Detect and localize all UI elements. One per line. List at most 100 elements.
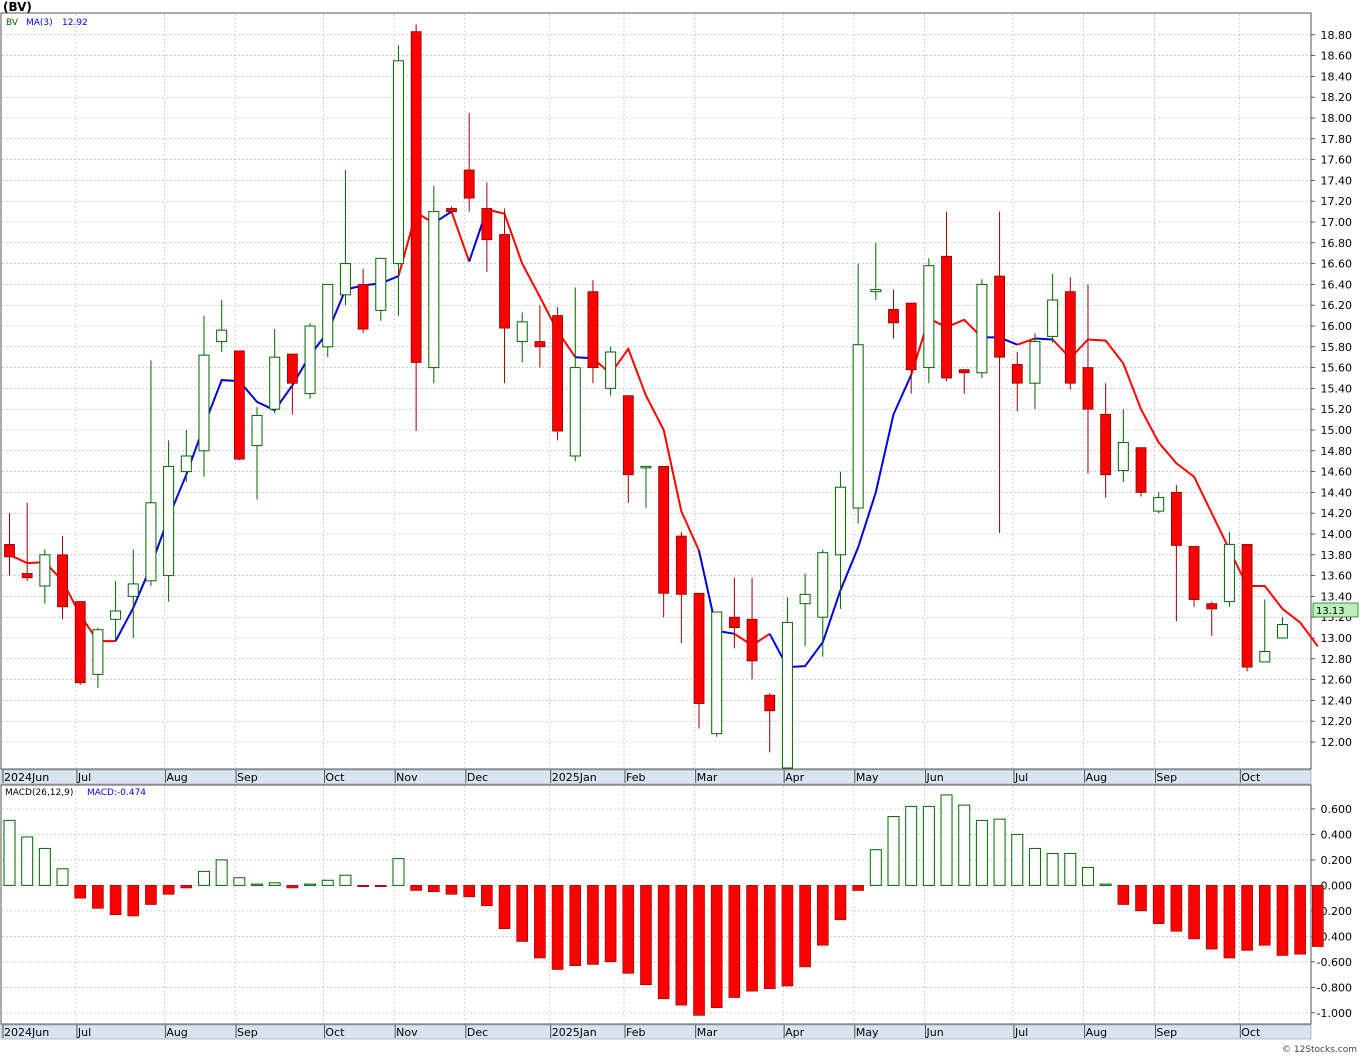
price-y-axis: 12.0012.2012.4012.6012.8013.0013.2013.40…	[1311, 29, 1352, 749]
last-price-marker: 13.13	[1312, 602, 1359, 618]
macd-tick-label: 0.000	[1321, 879, 1353, 892]
candle-body	[127, 583, 139, 597]
macd-x-tick-label: Aug	[1086, 1026, 1107, 1039]
price-tick-label: 17.00	[1321, 216, 1353, 229]
candle-body	[39, 554, 51, 587]
macd-x-tick-label: Sep	[237, 1026, 258, 1039]
candle-body	[958, 369, 970, 374]
macd-bar-negative	[516, 885, 529, 942]
macd-bar-positive	[940, 794, 953, 886]
price-x-tick-label: Jun	[926, 771, 944, 784]
macd-x-tick-label: Nov	[396, 1026, 418, 1039]
candle-body	[375, 257, 387, 311]
macd-bar-negative	[710, 885, 723, 1009]
candle-down	[233, 350, 245, 461]
candle-body	[534, 341, 546, 348]
candle-body	[923, 265, 935, 369]
candle-body	[941, 255, 952, 379]
macd-bar-negative	[1294, 885, 1306, 955]
price-tick-label: 14.00	[1321, 528, 1353, 541]
candle-body	[428, 211, 440, 369]
candle-body	[322, 283, 334, 348]
macd-bar-positive	[392, 858, 405, 886]
price-tick-label: 15.80	[1321, 341, 1353, 354]
macd-bar-negative	[799, 885, 811, 968]
candle-body	[834, 486, 846, 556]
candle-body	[728, 616, 740, 629]
candle-body	[446, 208, 457, 212]
macd-panel-frame	[0, 784, 1312, 1025]
candle-body	[711, 611, 723, 735]
candle-body	[1223, 543, 1235, 603]
price-tick-label: 16.00	[1321, 320, 1353, 333]
macd-bar-negative	[357, 885, 369, 887]
price-tick-label: 17.20	[1321, 195, 1353, 208]
price-tick-label: 18.00	[1321, 112, 1353, 125]
macd-bar-negative	[162, 885, 175, 895]
legend-ma-label: MA(3)	[26, 18, 53, 28]
candle-body	[21, 573, 33, 579]
candle-body	[1100, 413, 1112, 476]
candle-up	[322, 283, 334, 358]
candle-body	[905, 302, 917, 371]
candle-down	[1188, 546, 1200, 607]
price-x-tick-label: Aug	[1086, 771, 1107, 784]
price-x-tick-label: Mar	[697, 771, 718, 784]
macd-bar-negative	[1117, 885, 1130, 905]
price-x-axis-strip	[0, 769, 1312, 785]
candle-body	[552, 315, 563, 432]
macd-tick-label: -0.600	[1317, 956, 1352, 969]
macd-bar-positive	[268, 882, 281, 886]
candle-body	[339, 263, 351, 296]
macd-bar-positive	[321, 879, 334, 886]
candle-up	[711, 611, 723, 737]
candle-body	[587, 291, 599, 368]
candle-body	[746, 618, 758, 662]
macd-bar-positive	[922, 805, 935, 886]
candle-body	[198, 354, 210, 452]
candle-body	[145, 502, 157, 582]
candle-body	[410, 31, 422, 363]
price-tick-label: 15.40	[1321, 382, 1353, 395]
price-x-tick-label: May	[856, 771, 879, 784]
macd-bar-negative	[481, 885, 493, 907]
price-x-tick-label: Sep	[237, 771, 258, 784]
macd-bar-positive	[3, 819, 16, 886]
macd-bar-negative	[1170, 885, 1183, 932]
candle-body	[817, 552, 829, 618]
macd-bar-positive	[304, 883, 317, 886]
candle-body	[481, 208, 493, 241]
macd-label: MACD(26,12,9)	[5, 788, 73, 798]
macd-bar-positive	[233, 877, 246, 886]
price-x-tick-label: Sep	[1156, 771, 1177, 784]
candle-body	[852, 344, 864, 509]
macd-bar-positive	[869, 849, 882, 886]
price-x-tick-label: 2025Jan	[552, 771, 597, 784]
candle-body	[1082, 367, 1094, 410]
candle-body	[1153, 497, 1165, 512]
macd-bar-negative	[587, 885, 599, 965]
macd-bar-negative	[374, 885, 387, 887]
price-tick-label: 14.60	[1321, 466, 1353, 479]
candle-body	[216, 329, 228, 343]
price-x-tick-label: Apr	[785, 771, 805, 784]
price-tick-label: 12.00	[1321, 736, 1353, 749]
macd-bar-negative	[498, 885, 511, 930]
macd-x-tick-label: Jul	[1014, 1026, 1028, 1039]
macd-value-label: MACD:-0.474	[87, 788, 146, 798]
macd-bar-negative	[1312, 885, 1324, 947]
candle-up	[976, 279, 988, 378]
macd-bar-negative	[127, 885, 140, 917]
candle-body	[357, 283, 369, 330]
candle-up	[605, 346, 617, 396]
candle-down	[587, 280, 599, 384]
candle-body	[1029, 341, 1041, 384]
candle-body	[764, 694, 776, 712]
macd-bar-positive	[905, 805, 918, 886]
macd-tick-label: 0.200	[1321, 854, 1353, 867]
price-tick-label: 16.20	[1321, 299, 1353, 312]
macd-bar-positive	[251, 883, 264, 886]
price-x-tick-label: Oct	[1241, 771, 1261, 784]
macd-bar-positive	[958, 804, 971, 886]
macd-tick-label: 0.400	[1321, 828, 1353, 841]
